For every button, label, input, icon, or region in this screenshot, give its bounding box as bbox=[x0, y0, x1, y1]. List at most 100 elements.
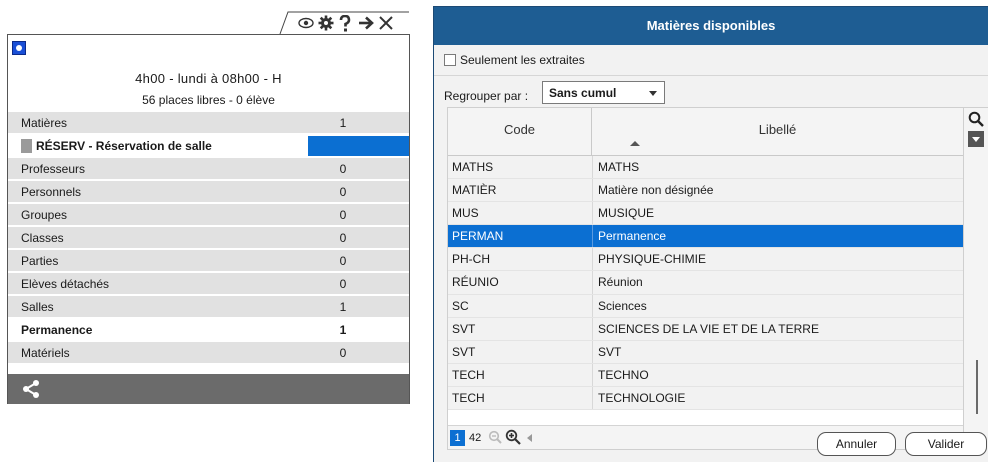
dialog-title: Matières disponibles bbox=[434, 7, 988, 45]
cell-code: TECH bbox=[452, 367, 485, 382]
row-materiels[interactable]: Matériels 0 bbox=[8, 342, 409, 364]
table-header: Code Libellé bbox=[448, 108, 963, 156]
table-row[interactable]: SC Sciences bbox=[448, 294, 963, 318]
row-label: Groupes bbox=[21, 208, 68, 222]
chevron-down-icon bbox=[649, 91, 657, 96]
row-count: 1 bbox=[339, 300, 347, 314]
help-icon[interactable] bbox=[339, 14, 351, 32]
table-row[interactable]: MUS MUSIQUE bbox=[448, 202, 963, 226]
vertical-scrollbar[interactable] bbox=[976, 360, 978, 414]
cell-libelle: Matière non désignée bbox=[592, 179, 963, 202]
table-row[interactable]: TECH TECHNOLOGIE bbox=[448, 386, 963, 411]
table-row[interactable]: RÉUNIO Réunion bbox=[448, 271, 963, 295]
column-header-code[interactable]: Code bbox=[448, 108, 592, 156]
search-icon[interactable] bbox=[968, 111, 984, 130]
total-pages: 42 bbox=[469, 432, 482, 444]
row-classes[interactable]: Classes 0 bbox=[8, 227, 409, 249]
menu-dropdown-icon[interactable] bbox=[968, 131, 984, 147]
table-side-tools bbox=[963, 108, 988, 451]
table-row[interactable]: MATHS MATHS bbox=[448, 156, 963, 180]
cell-libelle: Permanence bbox=[592, 225, 963, 248]
row-salles[interactable]: Salles 1 bbox=[8, 296, 409, 318]
cell-libelle: TECHNOLOGIE bbox=[592, 386, 963, 410]
row-count: 0 bbox=[339, 208, 347, 222]
divider bbox=[434, 75, 988, 76]
row-count: 0 bbox=[339, 254, 347, 268]
cell-code: TECH bbox=[452, 390, 485, 405]
group-by-select[interactable]: Sans cumul bbox=[542, 81, 665, 104]
group-by-label: Regrouper par : bbox=[444, 89, 529, 103]
panel-footer bbox=[8, 374, 409, 404]
row-personnels[interactable]: Personnels 0 bbox=[8, 181, 409, 203]
cell-code: PERMAN bbox=[452, 229, 504, 244]
cell-libelle: SCIENCES DE LA VIE ET DE LA TERRE bbox=[592, 317, 963, 340]
row-label: Elèves détachés bbox=[21, 277, 110, 291]
eye-icon[interactable] bbox=[298, 14, 314, 32]
column-header-libelle[interactable]: Libellé bbox=[592, 108, 963, 156]
reservation-color-swatch[interactable] bbox=[308, 136, 409, 156]
table-row[interactable]: TECH TECHNO bbox=[448, 363, 963, 387]
row-label: Professeurs bbox=[21, 162, 86, 176]
row-count: 0 bbox=[339, 185, 347, 199]
row-label: Matériels bbox=[21, 346, 70, 360]
subjects-table: Code Libellé MATHS MATHS MATIÈR Matière no… bbox=[447, 107, 988, 451]
cell-libelle: SVT bbox=[592, 340, 963, 363]
cell-code: PH-CH bbox=[452, 252, 490, 267]
course-color-marker[interactable] bbox=[12, 41, 26, 55]
table-row[interactable]: SVT SCIENCES DE LA VIE ET DE LA TERRE bbox=[448, 317, 963, 341]
row-permanence[interactable]: Permanence 1 bbox=[8, 319, 409, 341]
cancel-button[interactable]: Annuler bbox=[817, 432, 896, 456]
cell-libelle: MUSIQUE bbox=[592, 202, 963, 225]
scroll-left-icon[interactable] bbox=[527, 434, 532, 442]
close-icon[interactable] bbox=[378, 14, 394, 32]
panel-toolbar-tab bbox=[278, 11, 410, 35]
arrow-right-icon[interactable] bbox=[358, 14, 374, 32]
course-time: 4h00 - lundi à 08h00 - H bbox=[135, 71, 282, 86]
only-extracted-label: Seulement les extraites bbox=[460, 53, 585, 67]
only-extracted-checkbox[interactable] bbox=[444, 54, 456, 66]
table-row-selected[interactable]: PERMAN Permanence bbox=[448, 225, 963, 249]
row-count: 0 bbox=[339, 162, 347, 176]
row-parties[interactable]: Parties 0 bbox=[8, 250, 409, 272]
cell-code: SVT bbox=[452, 321, 476, 336]
subjects-dialog: Matières disponibles Seulement les extra… bbox=[433, 6, 988, 462]
cell-code: RÉUNIO bbox=[452, 275, 499, 290]
column-header-libelle-label: Libellé bbox=[758, 122, 797, 137]
course-header: 4h00 - lundi à 08h00 - H 56 places libre… bbox=[8, 35, 409, 112]
row-eleves-detaches[interactable]: Elèves détachés 0 bbox=[8, 273, 409, 295]
table-row[interactable]: SVT SVT bbox=[448, 340, 963, 364]
current-page[interactable]: 1 bbox=[450, 430, 465, 446]
row-count: 1 bbox=[339, 323, 347, 337]
row-count: 1 bbox=[339, 116, 347, 130]
gear-icon[interactable] bbox=[318, 14, 334, 32]
table-row[interactable]: MATIÈR Matière non désignée bbox=[448, 179, 963, 203]
zoom-out-icon[interactable] bbox=[488, 430, 502, 447]
cell-code: SC bbox=[452, 298, 469, 313]
course-places: 56 places libres - 0 élève bbox=[142, 93, 275, 107]
validate-button[interactable]: Valider bbox=[905, 432, 987, 456]
only-extracted-option[interactable]: Seulement les extraites bbox=[444, 53, 585, 67]
row-reservation-salle[interactable]: RÉSERV - Réservation de salle bbox=[8, 135, 409, 157]
row-label: Classes bbox=[21, 231, 64, 245]
row-label: Parties bbox=[21, 254, 59, 268]
row-label: Matières bbox=[21, 116, 68, 130]
table-row[interactable]: PH-CH PHYSIQUE-CHIMIE bbox=[448, 248, 963, 272]
drag-handle-icon[interactable] bbox=[21, 139, 32, 153]
row-count: 0 bbox=[339, 346, 347, 360]
row-matieres[interactable]: Matières 1 bbox=[8, 112, 409, 134]
cell-code: MATIÈR bbox=[452, 183, 497, 198]
share-icon[interactable] bbox=[21, 379, 41, 402]
row-professeurs[interactable]: Professeurs 0 bbox=[8, 158, 409, 180]
table-body: MATHS MATHS MATIÈR Matière non désignée MU… bbox=[448, 156, 963, 411]
cell-libelle: TECHNO bbox=[592, 363, 963, 386]
row-label: RÉSERV - Réservation de salle bbox=[36, 139, 212, 153]
row-label: Salles bbox=[21, 300, 54, 314]
row-groupes[interactable]: Groupes 0 bbox=[8, 204, 409, 226]
cell-code: SVT bbox=[452, 344, 476, 359]
course-details-panel: 4h00 - lundi à 08h00 - H 56 places libre… bbox=[7, 34, 410, 404]
cell-libelle: MATHS bbox=[592, 156, 963, 179]
row-label: Permanence bbox=[21, 323, 93, 337]
cell-libelle: Sciences bbox=[592, 294, 963, 317]
zoom-in-icon[interactable] bbox=[505, 429, 521, 448]
dialog-body: Seulement les extraites Regrouper par : … bbox=[434, 45, 988, 462]
